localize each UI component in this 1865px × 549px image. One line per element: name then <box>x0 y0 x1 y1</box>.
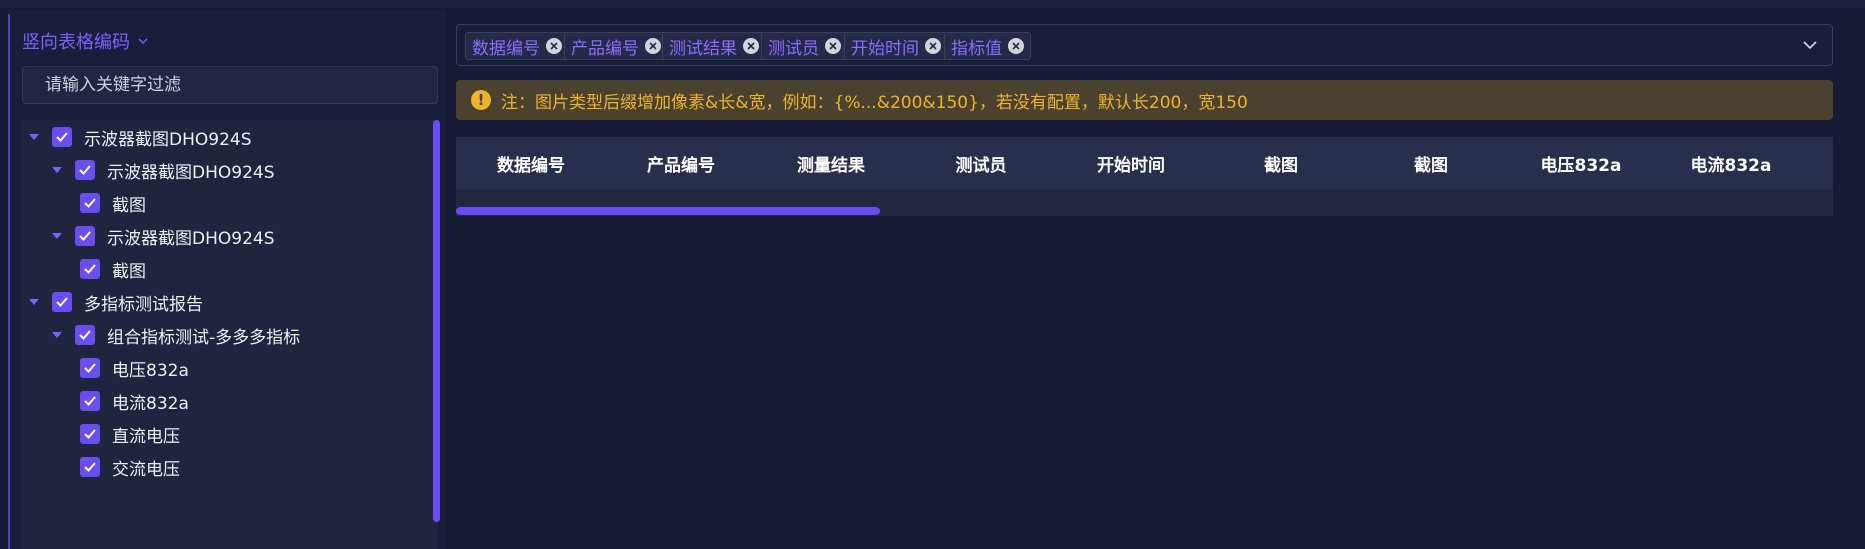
tree-node-label: 多指标测试报告 <box>84 294 203 315</box>
tree-node-label: 交流电压 <box>112 459 180 480</box>
top-strip <box>0 0 1865 8</box>
checkbox-checked[interactable] <box>52 127 72 147</box>
column-tag-label: 测试员 <box>768 38 819 59</box>
close-icon[interactable] <box>925 38 941 54</box>
tree-node[interactable]: 示波器截图DHO924S <box>51 221 275 251</box>
tree-node[interactable]: 截图 <box>80 188 146 218</box>
table-header: 数据编号 产品编号 测量结果 测试员 开始时间 截图 截图 电压832a 电流832a <box>456 137 1833 189</box>
column-tag[interactable]: 测试结果 <box>662 32 766 60</box>
tree-node[interactable]: 示波器截图DHO924S <box>51 155 275 185</box>
column-header[interactable]: 电流832a <box>1656 137 1806 189</box>
panel-title: 竖向表格编码 <box>22 32 130 53</box>
caret-down-icon[interactable] <box>28 131 40 143</box>
tree-node[interactable]: 组合指标测试-多多多指标 <box>51 320 300 350</box>
tree-scrollbar[interactable] <box>433 120 440 522</box>
tree-node[interactable]: 电流832a <box>80 386 189 416</box>
checkbox-checked[interactable] <box>75 160 95 180</box>
caret-down-icon[interactable] <box>51 329 63 341</box>
close-icon[interactable] <box>645 38 661 54</box>
tree: 示波器截图DHO924S 示波器截图DHO924S 截图 示波器截图DHO924S 截图… <box>22 120 438 549</box>
column-tag-label: 开始时间 <box>851 38 919 59</box>
tree-node-label: 直流电压 <box>112 426 180 447</box>
panel-title-dropdown[interactable]: 竖向表格编码 <box>22 28 148 54</box>
checkbox-checked[interactable] <box>80 259 100 279</box>
checkbox-checked[interactable] <box>80 193 100 213</box>
column-tag-select[interactable]: 数据编号 产品编号 测试结果 测试员 开始时间 指标值 <box>456 24 1833 66</box>
checkbox-checked[interactable] <box>80 457 100 477</box>
close-icon[interactable] <box>546 38 562 54</box>
tree-node-label: 截图 <box>112 195 146 216</box>
notice-text: 注：图片类型后缀增加像素&长&宽，例如：{%...&200&150}，若没有配置… <box>501 92 1248 113</box>
column-tag[interactable]: 测试员 <box>761 32 848 60</box>
column-header[interactable]: 截图 <box>1356 137 1506 189</box>
warning-icon: ! <box>471 90 491 110</box>
chevron-down-icon <box>138 38 148 45</box>
chevron-down-icon[interactable] <box>1802 38 1818 52</box>
column-tag-label: 产品编号 <box>571 38 639 59</box>
tree-node-label: 示波器截图DHO924S <box>107 162 275 183</box>
tree-node-label: 电压832a <box>112 360 189 381</box>
close-icon[interactable] <box>825 38 841 54</box>
close-icon[interactable] <box>1008 38 1024 54</box>
tree-node-label: 电流832a <box>112 393 189 414</box>
checkbox-checked[interactable] <box>52 292 72 312</box>
notice-banner: ! 注：图片类型后缀增加像素&长&宽，例如：{%...&200&150}，若没有… <box>456 80 1833 120</box>
checkbox-checked[interactable] <box>80 391 100 411</box>
column-header[interactable]: 电压832a <box>1506 137 1656 189</box>
column-header[interactable]: 测试员 <box>906 137 1056 189</box>
column-tag[interactable]: 指标值 <box>944 32 1031 60</box>
tree-node[interactable]: 示波器截图DHO924S <box>28 122 252 152</box>
tree-node[interactable]: 截图 <box>80 254 146 284</box>
column-tag-label: 指标值 <box>951 38 1002 59</box>
column-tag[interactable]: 产品编号 <box>564 32 668 60</box>
tree-node[interactable]: 交流电压 <box>80 452 180 482</box>
column-header[interactable]: 数据编号 <box>456 137 606 189</box>
column-header[interactable]: 开始时间 <box>1056 137 1206 189</box>
column-tag-label: 数据编号 <box>472 38 540 59</box>
tree-node-label: 截图 <box>112 261 146 282</box>
filter-input[interactable] <box>22 66 438 104</box>
caret-down-icon[interactable] <box>51 164 63 176</box>
caret-down-icon[interactable] <box>51 230 63 242</box>
column-header[interactable]: 截图 <box>1206 137 1356 189</box>
tree-node-label: 组合指标测试-多多多指标 <box>107 327 301 348</box>
checkbox-checked[interactable] <box>75 325 95 345</box>
tree-node-label: 示波器截图DHO924S <box>84 129 252 150</box>
checkbox-checked[interactable] <box>80 424 100 444</box>
column-tag[interactable]: 开始时间 <box>844 32 948 60</box>
checkbox-checked[interactable] <box>80 358 100 378</box>
tree-node[interactable]: 多指标测试报告 <box>28 287 203 317</box>
column-header[interactable]: 测量结果 <box>756 137 906 189</box>
table-horizontal-scrollbar[interactable] <box>456 207 880 215</box>
checkbox-checked[interactable] <box>75 226 95 246</box>
tree-node-label: 示波器截图DHO924S <box>107 228 275 249</box>
column-tag-label: 测试结果 <box>669 38 737 59</box>
caret-down-icon[interactable] <box>28 296 40 308</box>
left-accent-line <box>8 14 10 549</box>
tree-node[interactable]: 电压832a <box>80 353 189 383</box>
close-icon[interactable] <box>743 38 759 54</box>
column-header[interactable]: 产品编号 <box>606 137 756 189</box>
tree-node[interactable]: 直流电压 <box>80 419 180 449</box>
column-tag[interactable]: 数据编号 <box>465 32 569 60</box>
